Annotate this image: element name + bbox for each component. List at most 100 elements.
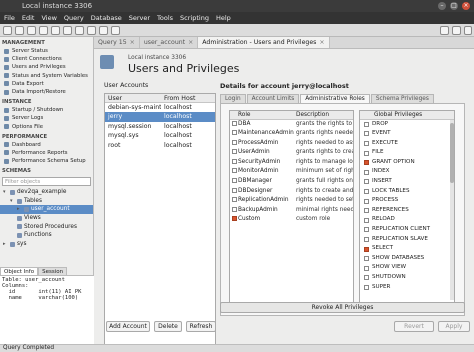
role-checkbox[interactable]: [232, 168, 237, 174]
nav-item-performance-reports[interactable]: Performance Reports: [0, 149, 93, 157]
list-item[interactable]: INSERT: [360, 177, 454, 187]
list-item[interactable]: LOCK TABLES: [360, 187, 454, 197]
toggle-sidebar-icon[interactable]: [440, 26, 449, 35]
tab-schema-privileges[interactable]: Schema Privileges: [370, 94, 434, 103]
table-row[interactable]: MaintenanceAdmingrants rights needed to …: [230, 129, 353, 139]
menu-view[interactable]: View: [41, 12, 56, 24]
nav-item-users-and-privileges[interactable]: Users and Privileges: [0, 63, 93, 71]
list-item[interactable]: SHOW VIEW: [360, 263, 454, 273]
privilege-checkbox[interactable]: [364, 236, 369, 242]
list-item[interactable]: INDEX: [360, 167, 454, 177]
tree-item-views[interactable]: Views: [0, 214, 93, 223]
list-item[interactable]: EXECUTE: [360, 139, 454, 149]
new-sql-tab-icon[interactable]: [3, 26, 12, 35]
revert-button[interactable]: Revert: [394, 321, 434, 332]
tree-item-stored-procedures[interactable]: Stored Procedures: [0, 223, 93, 232]
nav-item-client-connections[interactable]: Client Connections: [0, 55, 93, 63]
tab-account-limits[interactable]: Account Limits: [246, 94, 300, 103]
filter-objects-input[interactable]: Filter objects: [2, 177, 91, 187]
reconnect-icon[interactable]: [111, 26, 120, 35]
tree-item-tables[interactable]: ▾ Tables: [0, 197, 93, 206]
tree-item-sys[interactable]: ▸ sys: [0, 240, 93, 249]
privilege-checkbox[interactable]: [364, 284, 369, 290]
table-row[interactable]: root localhost: [105, 141, 215, 150]
nav-item-options-file[interactable]: Options File: [0, 123, 93, 131]
menu-server[interactable]: Server: [129, 12, 150, 24]
table-row[interactable]: Custom custom role: [230, 215, 353, 225]
privilege-checkbox[interactable]: [364, 217, 369, 223]
privilege-checkbox[interactable]: [364, 246, 369, 252]
table-row[interactable]: SecurityAdmin rights to manage logins an: [230, 158, 353, 168]
table-row[interactable]: mysql.session localhost: [105, 122, 215, 131]
list-item[interactable]: RELOAD: [360, 215, 454, 225]
list-item[interactable]: SHUTDOWN: [360, 273, 454, 283]
refresh-button[interactable]: Refresh: [186, 321, 216, 332]
privilege-checkbox[interactable]: [364, 121, 369, 127]
list-item[interactable]: REPLICATION CLIENT: [360, 225, 454, 235]
menu-tools[interactable]: Tools: [157, 12, 173, 24]
nav-item-dashboard[interactable]: Dashboard: [0, 141, 93, 149]
privilege-checkbox[interactable]: [364, 188, 369, 194]
role-checkbox[interactable]: [232, 149, 237, 155]
create-table-icon[interactable]: [51, 26, 60, 35]
privilege-checkbox[interactable]: [364, 131, 369, 137]
tree-toggle-icon[interactable]: ▾: [3, 188, 8, 197]
list-item[interactable]: FILE: [360, 148, 454, 158]
menu-query[interactable]: Query: [64, 12, 84, 24]
list-item[interactable]: GRANT OPTION: [360, 158, 454, 168]
create-view-icon[interactable]: [63, 26, 72, 35]
role-checkbox[interactable]: [232, 178, 237, 184]
tab-object-info[interactable]: Object Info: [0, 267, 39, 275]
apply-button[interactable]: Apply: [438, 321, 470, 332]
create-procedure-icon[interactable]: [75, 26, 84, 35]
list-item[interactable]: SHOW DATABASES: [360, 254, 454, 264]
privilege-checkbox[interactable]: [364, 198, 369, 204]
create-function-icon[interactable]: [87, 26, 96, 35]
tree-item-dev2qa-example[interactable]: ▾ dev2qa_example: [0, 188, 93, 197]
list-item[interactable]: REPLICATION SLAVE: [360, 235, 454, 245]
menu-database[interactable]: Database: [91, 12, 122, 24]
role-checkbox[interactable]: [232, 120, 237, 126]
privilege-checkbox[interactable]: [364, 256, 369, 262]
privilege-checkbox[interactable]: [364, 265, 369, 271]
nav-item-data-import-restore[interactable]: Data Import/Restore: [0, 88, 93, 96]
nav-item-performance-schema-setup[interactable]: Performance Schema Setup: [0, 157, 93, 165]
tab-login[interactable]: Login: [220, 94, 246, 103]
role-checkbox[interactable]: [232, 139, 237, 145]
list-item[interactable]: DROP: [360, 120, 454, 130]
privilege-checkbox[interactable]: [364, 208, 369, 214]
toggle-secondary-sidebar-icon[interactable]: [464, 26, 472, 35]
tree-toggle-icon[interactable]: ▾: [10, 197, 15, 206]
close-tab-icon[interactable]: ×: [130, 39, 135, 46]
privilege-checkbox[interactable]: [364, 169, 369, 175]
search-icon[interactable]: [99, 26, 108, 35]
table-row[interactable]: debian-sys-maint localhost: [105, 103, 215, 112]
list-item[interactable]: EVENT: [360, 129, 454, 139]
table-row[interactable]: jerry localhost: [105, 112, 215, 122]
list-item[interactable]: SELECT: [360, 244, 454, 254]
revoke-all-privileges-button[interactable]: Revoke All Privileges: [220, 302, 465, 313]
column-role[interactable]: Role: [238, 111, 296, 119]
column-host[interactable]: From Host: [161, 94, 215, 102]
table-row[interactable]: DBDesigner rights to create and revers: [230, 187, 353, 197]
role-checkbox[interactable]: [232, 158, 237, 164]
maximize-button[interactable]: □: [450, 2, 458, 10]
list-item[interactable]: REFERENCES: [360, 206, 454, 216]
table-row[interactable]: UserAdmin grants rights to create user: [230, 148, 353, 158]
table-row[interactable]: mysql.sys localhost: [105, 131, 215, 140]
menu-scripting[interactable]: Scripting: [180, 12, 209, 24]
privilege-checkbox[interactable]: [364, 140, 369, 146]
role-checkbox[interactable]: [232, 197, 237, 203]
inspector-icon[interactable]: [27, 26, 36, 35]
create-schema-icon[interactable]: [39, 26, 48, 35]
list-item[interactable]: SUPER: [360, 283, 454, 293]
privilege-checkbox[interactable]: [364, 160, 369, 166]
close-button[interactable]: ×: [462, 2, 470, 10]
open-sql-file-icon[interactable]: [15, 26, 24, 35]
add-account-button[interactable]: Add Account: [106, 321, 150, 332]
tab-user-account[interactable]: user_account ×: [140, 37, 199, 48]
nav-item-startup-shutdown[interactable]: Startup / Shutdown: [0, 106, 93, 114]
privilege-checkbox[interactable]: [364, 179, 369, 185]
tab-administrative-roles[interactable]: Administrative Roles: [300, 94, 370, 103]
table-row[interactable]: MonitorAdmin minimum set of rights need: [230, 167, 353, 177]
